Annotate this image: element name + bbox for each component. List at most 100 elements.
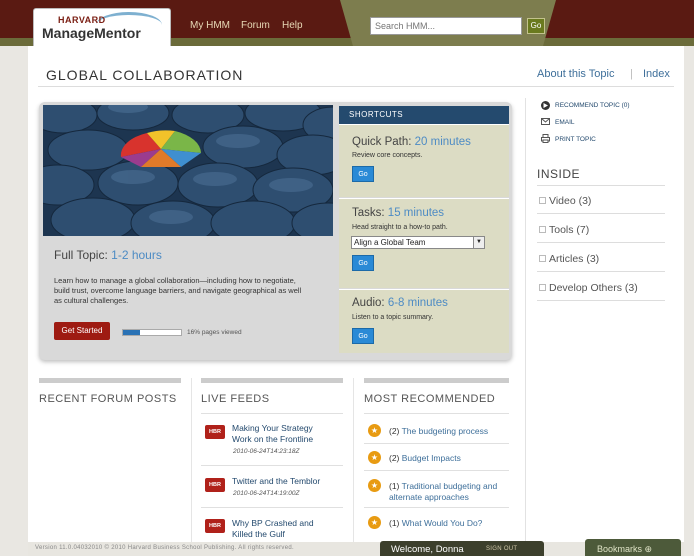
inside-divider bbox=[537, 242, 665, 243]
logo-line2: ManageMentor bbox=[42, 25, 141, 41]
full-topic-text: Full Topic: bbox=[54, 248, 108, 262]
audio-label: Audio: bbox=[352, 297, 385, 309]
tasks-sub: Head straight to a how-to path. bbox=[352, 224, 448, 231]
progress-bar bbox=[122, 329, 182, 336]
live-feeds-title: LIVE FEEDS bbox=[201, 393, 270, 405]
print-icon bbox=[541, 134, 550, 143]
recommend-title: The budgeting process bbox=[401, 426, 489, 436]
feed-date: 2010-06-24T14:23:18Z bbox=[233, 448, 300, 455]
recommend-title: Traditional budgeting and alternate appr… bbox=[389, 481, 498, 502]
feed-date: 2010-06-24T14:19:00Z bbox=[233, 490, 300, 497]
feed-title[interactable]: Twitter and the Temblor bbox=[232, 476, 332, 487]
recommend-topic-link[interactable]: RECOMMEND TOPIC (0) bbox=[555, 102, 630, 109]
topic-description: Learn how to manage a global collaborati… bbox=[54, 276, 302, 305]
hbr-badge-icon: HBR bbox=[205, 425, 225, 439]
quick-path-go-button[interactable]: Go bbox=[352, 166, 374, 182]
bookmarks-toggle-icon: ⊕ bbox=[644, 544, 653, 554]
audio-go-button[interactable]: Go bbox=[352, 328, 374, 344]
audio-time: 6-8 minutes bbox=[387, 297, 448, 309]
version-text: Version 11.0.04032010 © 2010 Harvard Bus… bbox=[35, 545, 294, 551]
tasks-time: 15 minutes bbox=[387, 207, 445, 219]
chevron-down-icon: ▼ bbox=[473, 237, 484, 248]
index-link[interactable]: Index bbox=[643, 68, 670, 80]
link-separator: | bbox=[630, 68, 633, 80]
task-select-value: Align a Global Team bbox=[354, 238, 426, 247]
most-recommended-title: MOST RECOMMENDED bbox=[364, 393, 496, 405]
feeds-divider bbox=[201, 413, 343, 414]
feed-title[interactable]: Making Your Strategy Work on the Frontli… bbox=[232, 423, 332, 445]
search-input[interactable] bbox=[370, 17, 522, 35]
audio-title: Audio: 6-8 minutes bbox=[352, 297, 448, 309]
expand-icon bbox=[539, 197, 546, 204]
recommended-divider bbox=[364, 413, 509, 414]
recommended-item[interactable]: (1) What Would You Do? bbox=[389, 518, 507, 529]
hbr-badge-icon: HBR bbox=[205, 519, 225, 533]
inside-divider bbox=[537, 185, 665, 186]
inside-divider bbox=[537, 213, 665, 214]
quick-path-title: Quick Path: 20 minutes bbox=[352, 136, 471, 148]
get-started-button[interactable]: Get Started bbox=[54, 322, 110, 340]
star-icon: ★ bbox=[368, 479, 381, 492]
inside-item-label: Video (3) bbox=[549, 195, 592, 207]
recommend-count: (2) bbox=[389, 453, 400, 463]
email-link[interactable]: EMAIL bbox=[555, 119, 575, 126]
bookmarks-label[interactable]: Bookmarks ⊕ bbox=[597, 544, 652, 555]
full-topic-label: Full Topic: 1-2 hours bbox=[54, 248, 162, 262]
expand-icon bbox=[539, 284, 546, 291]
inside-divider bbox=[537, 271, 665, 272]
logo[interactable]: HARVARD ManageMentor bbox=[33, 8, 171, 46]
tasks-label: Tasks: bbox=[352, 207, 385, 219]
welcome-text: Welcome, Donna bbox=[391, 544, 464, 555]
quick-path-sub: Review core concepts. bbox=[352, 152, 423, 159]
recommend-count: (1) bbox=[389, 481, 400, 491]
umbrellas-image bbox=[43, 105, 333, 236]
inside-divider bbox=[537, 300, 665, 301]
feed-divider bbox=[201, 507, 343, 508]
nav-help[interactable]: Help bbox=[282, 20, 303, 31]
expand-icon bbox=[539, 226, 546, 233]
forum-posts-title: RECENT FORUM POSTS bbox=[39, 393, 177, 405]
nav-forum[interactable]: Forum bbox=[241, 20, 270, 31]
print-topic-link[interactable]: PRINT TOPIC bbox=[555, 136, 596, 143]
about-topic-link[interactable]: About this Topic bbox=[537, 68, 614, 80]
inside-item-label: Articles (3) bbox=[549, 253, 600, 265]
recommended-item[interactable]: (2) The budgeting process bbox=[389, 426, 507, 437]
inside-item-video[interactable]: Video (3) bbox=[539, 195, 591, 207]
quick-path-time: 20 minutes bbox=[414, 136, 471, 148]
page-title: GLOBAL COLLABORATION bbox=[46, 67, 244, 83]
star-icon: ★ bbox=[368, 424, 381, 437]
inside-item-tools[interactable]: Tools (7) bbox=[539, 224, 589, 236]
inside-title: INSIDE bbox=[537, 167, 581, 181]
quick-path-label: Quick Path: bbox=[352, 136, 412, 148]
nav-my-hmm[interactable]: My HMM bbox=[190, 20, 230, 31]
pages-viewed-text: 16% pages viewed bbox=[187, 329, 242, 336]
inside-item-label: Tools (7) bbox=[549, 224, 590, 236]
shortcuts-header: SHORTCUTS bbox=[339, 106, 509, 124]
inside-item-articles[interactable]: Articles (3) bbox=[539, 253, 599, 265]
recommended-item[interactable]: (1) Traditional budgeting and alternate … bbox=[389, 481, 507, 503]
tasks-go-button[interactable]: Go bbox=[352, 255, 374, 271]
sign-out-link[interactable]: SIGN OUT bbox=[486, 546, 517, 552]
recommended-item[interactable]: (2) Budget Impacts bbox=[389, 453, 507, 464]
rail-divider bbox=[525, 98, 526, 542]
inside-item-develop-others[interactable]: Develop Others (3) bbox=[539, 282, 638, 294]
feed-title[interactable]: Why BP Crashed and Killed the Gulf bbox=[232, 518, 332, 540]
tasks-title: Tasks: 15 minutes bbox=[352, 207, 444, 219]
recommended-divider bbox=[364, 443, 509, 444]
search-go-button[interactable]: Go bbox=[527, 18, 545, 34]
task-select[interactable]: Align a Global Team ▼ bbox=[351, 236, 485, 249]
feeds-column-bar bbox=[201, 378, 343, 383]
column-divider bbox=[353, 378, 354, 542]
recommended-divider bbox=[364, 470, 509, 471]
expand-icon bbox=[539, 255, 546, 262]
star-icon: ★ bbox=[368, 516, 381, 529]
inside-item-label: Develop Others (3) bbox=[549, 282, 638, 294]
quick-path-panel bbox=[339, 124, 509, 197]
hbr-badge-icon: HBR bbox=[205, 478, 225, 492]
star-icon: ★ bbox=[368, 451, 381, 464]
recommend-count: (1) bbox=[389, 518, 400, 528]
feed-divider bbox=[201, 465, 343, 466]
recommend-title: What Would You Do? bbox=[401, 518, 483, 528]
logo-line1: HARVARD bbox=[58, 15, 106, 25]
bookmarks-text: Bookmarks bbox=[597, 544, 643, 554]
